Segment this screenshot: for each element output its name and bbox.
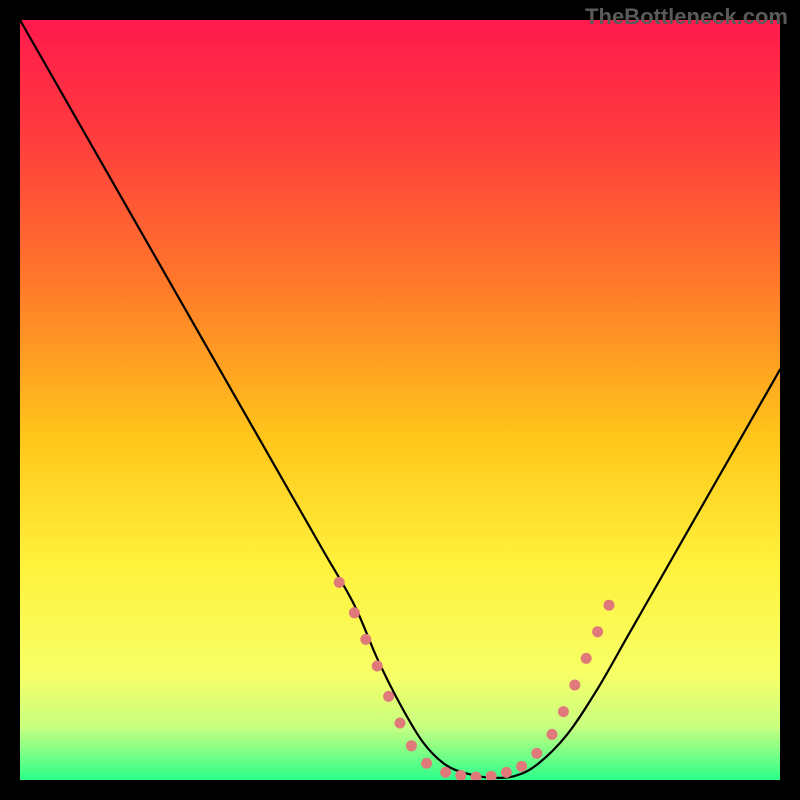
highlight-dot xyxy=(581,653,592,664)
highlight-dot xyxy=(440,767,451,778)
highlight-dot xyxy=(569,680,580,691)
highlight-dot xyxy=(406,740,417,751)
watermark-text: TheBottleneck.com xyxy=(585,4,788,30)
highlight-dot xyxy=(558,706,569,717)
highlight-dot xyxy=(360,634,371,645)
highlight-dot xyxy=(516,761,527,772)
gradient-background xyxy=(20,20,780,780)
highlight-dot xyxy=(604,600,615,611)
highlight-dot xyxy=(547,729,558,740)
highlight-dot xyxy=(349,607,360,618)
highlight-dot xyxy=(421,758,432,769)
bottleneck-chart xyxy=(20,20,780,780)
highlight-dot xyxy=(531,748,542,759)
highlight-dot xyxy=(383,691,394,702)
highlight-dot xyxy=(334,577,345,588)
highlight-dot xyxy=(501,767,512,778)
highlight-dot xyxy=(372,661,383,672)
highlight-dot xyxy=(592,626,603,637)
highlight-dot xyxy=(395,718,406,729)
